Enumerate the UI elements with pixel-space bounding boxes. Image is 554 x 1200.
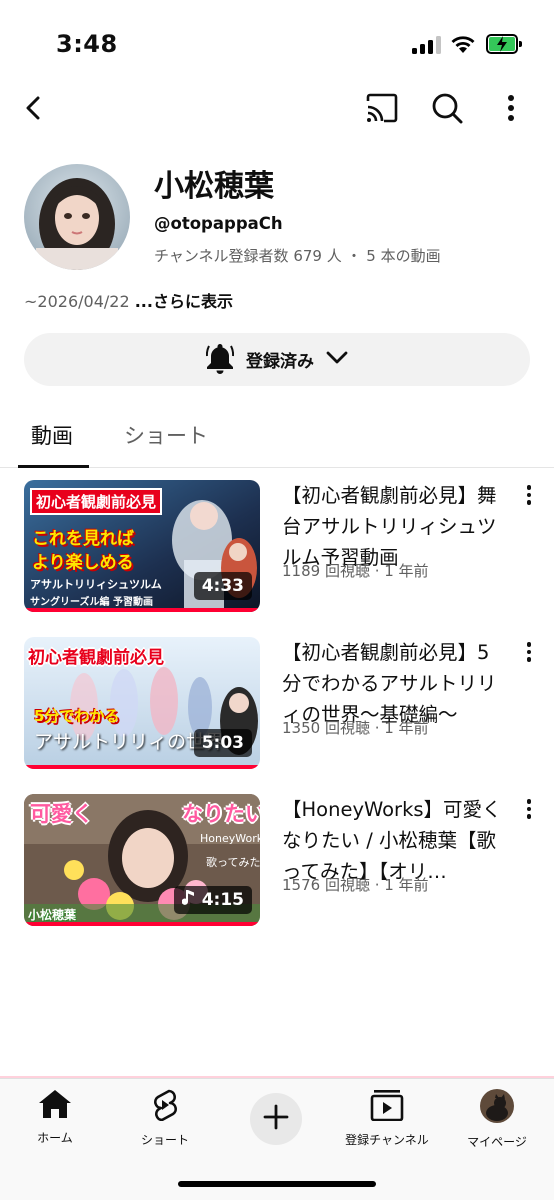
watch-progress-bar bbox=[24, 765, 260, 769]
create-button[interactable] bbox=[250, 1093, 302, 1145]
more-options-icon[interactable] bbox=[491, 88, 531, 128]
thumbnail-caption: なりたい bbox=[182, 802, 260, 826]
thumbnail-caption: サングリーズル編 予習動画 bbox=[30, 597, 153, 608]
thumbnail-caption: 小松穂葉 bbox=[28, 908, 77, 922]
video-duration: 5:03 bbox=[193, 729, 252, 757]
thumbnail-caption: 可愛く bbox=[30, 802, 93, 826]
top-bar bbox=[0, 80, 554, 136]
home-indicator bbox=[178, 1181, 376, 1187]
tab-shorts[interactable]: ショート bbox=[124, 420, 208, 450]
cellular-signal-icon bbox=[412, 36, 442, 54]
video-thumbnail[interactable]: 可愛く なりたい HoneyWorks 歌ってみた 小松穂葉 4:15 bbox=[24, 794, 260, 926]
thumbnail-caption: アサルトリリィシュツルム bbox=[30, 578, 162, 591]
nav-subscriptions[interactable]: 登録チャンネル bbox=[337, 1089, 437, 1148]
home-icon bbox=[38, 1089, 72, 1123]
thumbnail-caption: 5分でわかる bbox=[34, 707, 120, 725]
thumbnail-caption: HoneyWorks bbox=[200, 832, 260, 845]
video-item[interactable]: 初心者観劇前必見 5分でわかる アサルトリリィの世界 5:03 【初心者観劇前必… bbox=[24, 637, 534, 769]
thumbnail-caption: 歌ってみた bbox=[206, 856, 260, 869]
duration-text: 4:15 bbox=[201, 890, 244, 910]
video-more-icon[interactable] bbox=[519, 794, 539, 824]
channel-name: 小松穂葉 bbox=[154, 169, 274, 204]
video-meta: 1576 回視聴 · 1 年前 bbox=[282, 876, 429, 894]
subscribed-button[interactable]: 登録済み bbox=[24, 333, 530, 386]
channel-handle: @otopappaCh bbox=[154, 214, 283, 233]
back-arrow-icon[interactable] bbox=[14, 88, 54, 128]
thumbnail-caption: 初心者観劇前必見 bbox=[28, 648, 164, 668]
duration-text: 5:03 bbox=[201, 733, 244, 753]
channel-tabs: 動画 ショート bbox=[0, 402, 554, 468]
nav-home[interactable]: ホーム bbox=[5, 1089, 105, 1146]
video-meta: 1350 回視聴 · 1 年前 bbox=[282, 719, 429, 737]
channel-stats: チャンネル登録者数 679 人 ・ 5 本の動画 bbox=[154, 247, 441, 265]
subscriptions-icon bbox=[370, 1089, 404, 1125]
channel-avatar[interactable] bbox=[24, 164, 130, 270]
tab-videos[interactable]: 動画 bbox=[31, 420, 73, 450]
profile-avatar bbox=[480, 1089, 514, 1127]
nav-home-label: ホーム bbox=[37, 1131, 73, 1145]
video-meta: 1189 回視聴 · 1 年前 bbox=[282, 562, 429, 580]
status-bar: 3:48 bbox=[0, 0, 554, 80]
subscribed-label: 登録済み bbox=[246, 352, 314, 372]
create-icon bbox=[263, 1104, 289, 1134]
show-more-link[interactable]: ...さらに表示 bbox=[135, 292, 233, 311]
thumbnail-caption: 初心者観劇前必見 bbox=[30, 488, 163, 515]
video-item[interactable]: 可愛く なりたい HoneyWorks 歌ってみた 小松穂葉 4:15 【Hon… bbox=[24, 794, 534, 926]
nav-shorts[interactable]: ショート bbox=[115, 1089, 215, 1148]
nav-you-label: マイページ bbox=[467, 1135, 527, 1149]
active-tab-indicator bbox=[18, 465, 89, 468]
video-thumbnail[interactable]: 初心者観劇前必見 これを見れば より楽しめる アサルトリリィシュツルム サングリ… bbox=[24, 480, 260, 612]
battery-charging-icon bbox=[486, 34, 522, 54]
channel-description[interactable]: ~2026/04/22 ...さらに表示 bbox=[24, 288, 233, 312]
music-note-icon bbox=[181, 889, 196, 912]
video-thumbnail[interactable]: 初心者観劇前必見 5分でわかる アサルトリリィの世界 5:03 bbox=[24, 637, 260, 769]
thumbnail-caption: より楽しめる bbox=[32, 553, 134, 573]
video-more-icon[interactable] bbox=[519, 480, 539, 510]
watch-progress-bar bbox=[24, 922, 260, 926]
watch-progress-bar bbox=[24, 608, 260, 612]
thumbnail-caption: これを見れば bbox=[32, 529, 134, 549]
chevron-down-icon bbox=[326, 350, 348, 369]
nav-shorts-label: ショート bbox=[140, 1133, 189, 1147]
shorts-icon bbox=[150, 1089, 180, 1125]
video-more-icon[interactable] bbox=[519, 637, 539, 667]
video-item[interactable]: 初心者観劇前必見 これを見れば より楽しめる アサルトリリィシュツルム サングリ… bbox=[24, 480, 534, 612]
wifi-icon bbox=[450, 32, 476, 54]
description-text: ~2026/04/22 bbox=[24, 292, 135, 311]
nav-you[interactable]: マイページ bbox=[447, 1089, 547, 1150]
video-duration: 4:15 bbox=[173, 886, 252, 914]
search-icon[interactable] bbox=[427, 88, 467, 128]
video-duration: 4:33 bbox=[193, 572, 252, 600]
nav-subscriptions-label: 登録チャンネル bbox=[345, 1133, 429, 1147]
status-time: 3:48 bbox=[56, 30, 118, 58]
bell-icon bbox=[205, 342, 235, 378]
cast-icon[interactable] bbox=[362, 88, 402, 128]
duration-text: 4:33 bbox=[201, 576, 244, 596]
